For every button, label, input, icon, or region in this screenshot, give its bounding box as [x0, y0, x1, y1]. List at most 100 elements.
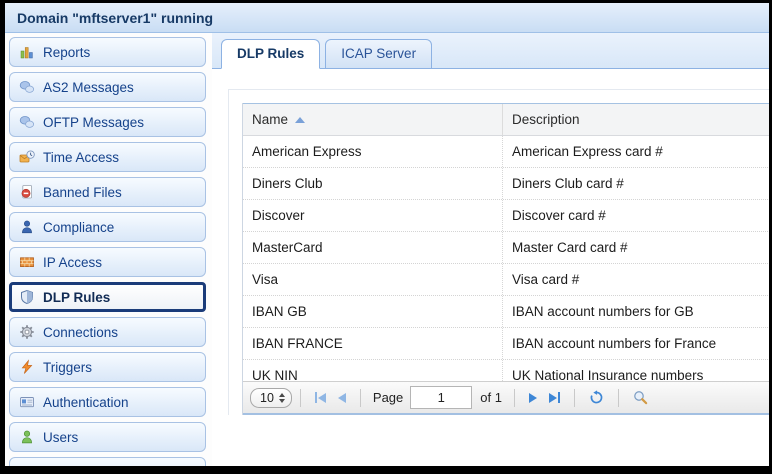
cell-name: American Express	[243, 136, 503, 167]
triggers-icon	[21, 359, 33, 374]
tab-bar: DLP Rules ICAP Server	[212, 33, 769, 69]
sidebar-item-label: Triggers	[43, 359, 93, 375]
sidebar-item-label: Users	[43, 429, 79, 445]
sidebar-item-time-access[interactable]: Time Access	[9, 142, 206, 172]
table-row[interactable]: UK NIN UK National Insurance numbers	[243, 360, 769, 381]
table-row[interactable]: Visa Visa card #	[243, 264, 769, 296]
tab-label: DLP Rules	[237, 46, 305, 61]
refresh-button[interactable]	[583, 390, 610, 405]
tab-content: Name Description American Express Americ…	[212, 69, 769, 466]
sidebar-item-partial[interactable]	[9, 457, 206, 466]
column-header-name[interactable]: Name	[243, 104, 503, 135]
sidebar-item-label: OFTP Messages	[43, 114, 145, 130]
prev-page-button[interactable]	[332, 392, 352, 403]
sidebar-item-label: IP Access	[43, 254, 103, 270]
cell-name: Diners Club	[243, 168, 503, 199]
tab-icap-server[interactable]: ICAP Server	[325, 39, 433, 69]
cell-name: IBAN GB	[243, 296, 503, 327]
sidebar-item-banned-files[interactable]: Banned Files	[9, 177, 206, 207]
cell-description: Master Card card #	[512, 240, 628, 255]
page-number-input[interactable]	[410, 386, 473, 409]
grid-body: American Express American Express card #…	[243, 136, 769, 381]
cell-description: UK National Insurance numbers	[512, 368, 704, 381]
sidebar-item-label: Banned Files	[43, 184, 122, 200]
dlp-shield-icon	[21, 289, 33, 305]
tab-dlp-rules[interactable]: DLP Rules	[221, 39, 321, 69]
cell-description: Discover card #	[512, 208, 606, 223]
messages-icon	[19, 116, 35, 128]
last-page-button[interactable]	[543, 392, 566, 403]
sidebar-item-label: Reports	[43, 44, 91, 60]
cell-description: IBAN account numbers for GB	[512, 304, 694, 319]
search-button[interactable]	[627, 390, 654, 405]
first-page-icon	[314, 392, 317, 403]
page-size-value: 10	[260, 390, 274, 405]
separator	[573, 388, 575, 407]
column-label: Description	[512, 112, 580, 127]
sidebar-item-users[interactable]: Users	[9, 422, 206, 452]
cell-description: IBAN account numbers for France	[512, 336, 717, 351]
connections-gear-icon	[20, 325, 34, 339]
separator	[299, 388, 301, 407]
separator	[513, 388, 515, 407]
column-header-description[interactable]: Description	[503, 104, 769, 135]
page-size-select[interactable]: 10	[250, 387, 292, 408]
table-row[interactable]: MasterCard Master Card card #	[243, 232, 769, 264]
screenshot-frame: Domain "mftserver1" running Reports AS2 …	[0, 0, 772, 474]
pagination-toolbar: 10 Page of 1	[243, 381, 769, 415]
stepper-arrows-icon	[278, 392, 285, 403]
cell-description: Diners Club card #	[512, 176, 624, 191]
sidebar-item-label: Time Access	[43, 149, 120, 165]
sidebar-item-oftp-messages[interactable]: OFTP Messages	[9, 107, 206, 137]
sort-ascending-icon	[295, 116, 306, 123]
prev-page-icon	[337, 392, 346, 403]
page-count-label: of 1	[480, 390, 502, 405]
next-page-icon	[528, 392, 537, 403]
cell-description: Visa card #	[512, 272, 580, 287]
sidebar-item-reports[interactable]: Reports	[9, 37, 206, 67]
sidebar-item-dlp-rules[interactable]: DLP Rules	[9, 282, 206, 312]
first-page-button[interactable]	[309, 392, 332, 403]
compliance-icon	[22, 220, 32, 234]
tab-label: ICAP Server	[341, 46, 417, 61]
sidebar-item-compliance[interactable]: Compliance	[9, 212, 206, 242]
authentication-icon	[20, 397, 34, 408]
table-row[interactable]: American Express American Express card #	[243, 136, 769, 168]
sidebar-item-label: Connections	[43, 324, 119, 340]
table-row[interactable]: IBAN FRANCE IBAN account numbers for Fra…	[243, 328, 769, 360]
column-label: Name	[252, 112, 289, 127]
sidebar-item-authentication[interactable]: Authentication	[9, 387, 206, 417]
sidebar-item-label: AS2 Messages	[43, 79, 134, 95]
sidebar-item-label: DLP Rules	[43, 289, 111, 305]
cell-name: IBAN FRANCE	[243, 328, 503, 359]
search-icon	[634, 391, 648, 405]
table-row[interactable]: Diners Club Diners Club card #	[243, 168, 769, 200]
last-page-icon	[548, 392, 557, 403]
sidebar-item-label: Compliance	[43, 219, 115, 235]
separator	[359, 388, 361, 407]
sidebar-item-label: Authentication	[43, 394, 129, 410]
banned-files-icon	[21, 185, 33, 199]
dlp-rules-grid: Name Description American Express Americ…	[242, 103, 769, 415]
time-access-icon	[19, 150, 35, 163]
refresh-icon	[590, 390, 603, 404]
ip-access-icon	[20, 257, 34, 268]
reports-chart-icon	[20, 47, 33, 59]
users-icon	[22, 430, 32, 444]
cell-name: UK NIN	[243, 360, 503, 381]
cell-name: Discover	[243, 200, 503, 231]
sidebar-item-triggers[interactable]: Triggers	[9, 352, 206, 382]
sidebar-item-as2-messages[interactable]: AS2 Messages	[9, 72, 206, 102]
table-row[interactable]: IBAN GB IBAN account numbers for GB	[243, 296, 769, 328]
next-page-button[interactable]	[523, 392, 543, 403]
domain-status-bar: Domain "mftserver1" running	[5, 3, 769, 33]
grid-header-row: Name Description	[243, 103, 769, 136]
cell-description: American Express card #	[512, 144, 663, 159]
page-label: Page	[372, 390, 404, 405]
sidebar-item-connections[interactable]: Connections	[9, 317, 206, 347]
messages-icon	[19, 81, 35, 93]
sidebar-nav: Reports AS2 Messages OFTP Messages Time …	[5, 33, 212, 466]
table-row[interactable]: Discover Discover card #	[243, 200, 769, 232]
sidebar-item-ip-access[interactable]: IP Access	[9, 247, 206, 277]
admin-window: Domain "mftserver1" running Reports AS2 …	[5, 3, 769, 466]
